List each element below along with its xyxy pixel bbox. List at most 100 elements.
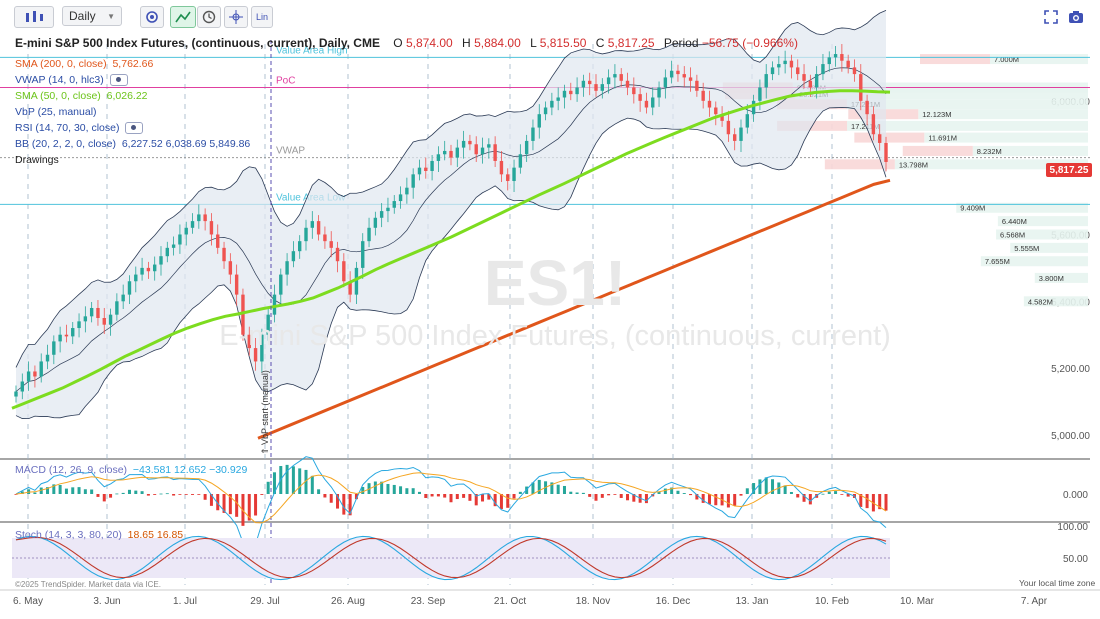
candle-body [537,114,541,128]
legend-sma200[interactable]: SMA (200, 0, close) 5,762.66 [15,58,153,70]
macd-histogram-bar [569,491,573,494]
macd-histogram-bar [417,491,421,494]
candle-body [209,221,214,235]
macd-histogram-bar [556,484,560,494]
candle-body [405,187,409,195]
macd-histogram-bar [707,494,711,505]
eye-icon[interactable] [125,122,144,135]
macd-histogram-bar [96,494,100,497]
x-tick-label: 7. Apr [1021,596,1048,607]
legend-vbp[interactable]: VbP (25, manual) [15,106,97,118]
candle-body [171,244,176,248]
volume-profile-label: 6.568M [1000,230,1025,239]
candle-body [796,67,800,75]
candle-body [739,127,743,141]
legend-drawings[interactable]: Drawings [15,154,59,166]
candle-body [77,321,81,329]
macd-legend[interactable]: MACD (12, 26, 9, close) −43.581 12.652 −… [15,464,247,476]
legend-vwap[interactable]: VWAP (14, 0, hlc3) [15,74,128,87]
vbp-start-label: ⇑ VbP start (manual) [260,370,270,455]
macd-histogram-bar [33,492,37,494]
candle-body [424,167,428,171]
macd-histogram-bar [537,479,541,494]
candle-body [663,77,668,88]
candle-body [682,74,686,78]
macd-histogram-bar [840,494,844,495]
macd-histogram-bar [682,493,686,494]
macd-histogram-bar [764,477,768,494]
candle-body [518,154,523,168]
candle-body [562,90,567,98]
macd-histogram-bar [789,491,793,494]
candle-body [216,234,220,248]
macd-histogram-bar [310,475,314,494]
candle-body [89,307,94,317]
candle-body [726,120,731,135]
candle-body [499,160,504,175]
macd-histogram-bar [676,490,680,494]
volume-profile-label: 3.800M [1039,274,1064,283]
candle-body [745,114,750,128]
macd-histogram-bar [562,485,566,494]
candle-body [884,142,888,162]
low-value: 5,815.50 [539,36,587,50]
candle-body [115,301,119,315]
volume-profile-label: 4.582M [1028,297,1053,306]
volume-profile-label: 5.555M [1014,244,1039,253]
volume-profile-label: 7.655M [985,257,1010,266]
macd-histogram-bar [342,494,346,515]
macd-histogram-bar [323,494,327,498]
macd-histogram-bar [291,466,295,494]
legend-sma50[interactable]: SMA (50, 0, close) 6,026.22 [15,90,148,102]
x-tick-label: 16. Dec [656,596,690,607]
candle-body [411,174,415,188]
macd-histogram-bar [329,494,333,503]
macd-histogram-bar [644,494,648,504]
macd-histogram-bar [159,493,163,495]
candle-body [575,87,579,95]
candle-body [361,241,365,268]
high-value: 5,884.00 [474,36,521,50]
candle-body [751,100,756,115]
macd-histogram-bar [115,493,119,495]
current-price-tag: 5,817.25 [1046,163,1092,177]
x-tick-label: 1. Jul [173,596,197,607]
attribution: ©2025 TrendSpider. Market data via ICE. [15,580,161,589]
candle-body [146,267,151,272]
macd-histogram-bar [172,494,176,496]
candle-body [83,316,88,322]
candle-body [669,70,674,78]
candle-body [758,87,762,101]
candle-body [108,314,113,325]
macd-histogram-bar [298,468,302,494]
candle-body [52,341,56,355]
eye-icon[interactable] [109,74,128,87]
stoch-axis-label: 50.00 [1063,554,1088,565]
candle-body [64,334,69,337]
macd-histogram-bar [191,494,195,495]
macd-histogram-bar [109,494,113,498]
macd-histogram-bar [619,494,623,498]
stoch-axis-label: 100.00 [1057,522,1088,533]
macd-histogram-bar [796,494,800,498]
x-tick-label: 26. Aug [331,596,365,607]
candle-body [279,274,283,295]
macd-histogram-bar [140,491,144,494]
candle-body [638,94,642,101]
x-tick-label: 18. Nov [576,596,610,607]
candle-body [291,251,296,262]
candle-body [33,371,37,377]
chart-canvas[interactable]: 6. May 3. Jun 1. Jul 29. Jul 26. Aug 23. Sep 2… [0,0,1100,619]
x-tick-label: 10. Feb [815,596,849,607]
stoch-legend[interactable]: Stoch (14, 3, 3, 80, 20) 18.65 16.85 [15,529,183,541]
candle-body [506,174,510,182]
candle-body [852,67,857,75]
candle-body [581,80,586,88]
macd-histogram-bar [392,484,396,494]
candle-body [127,281,132,295]
candle-body [707,100,712,108]
candle-body [26,371,31,382]
legend-rsi[interactable]: RSI (14, 70, 30, close) [15,122,144,135]
legend-bb[interactable]: BB (20, 2, 2, 0, close) 6,227.52 6,038.6… [15,138,250,150]
candle-body [600,84,605,91]
